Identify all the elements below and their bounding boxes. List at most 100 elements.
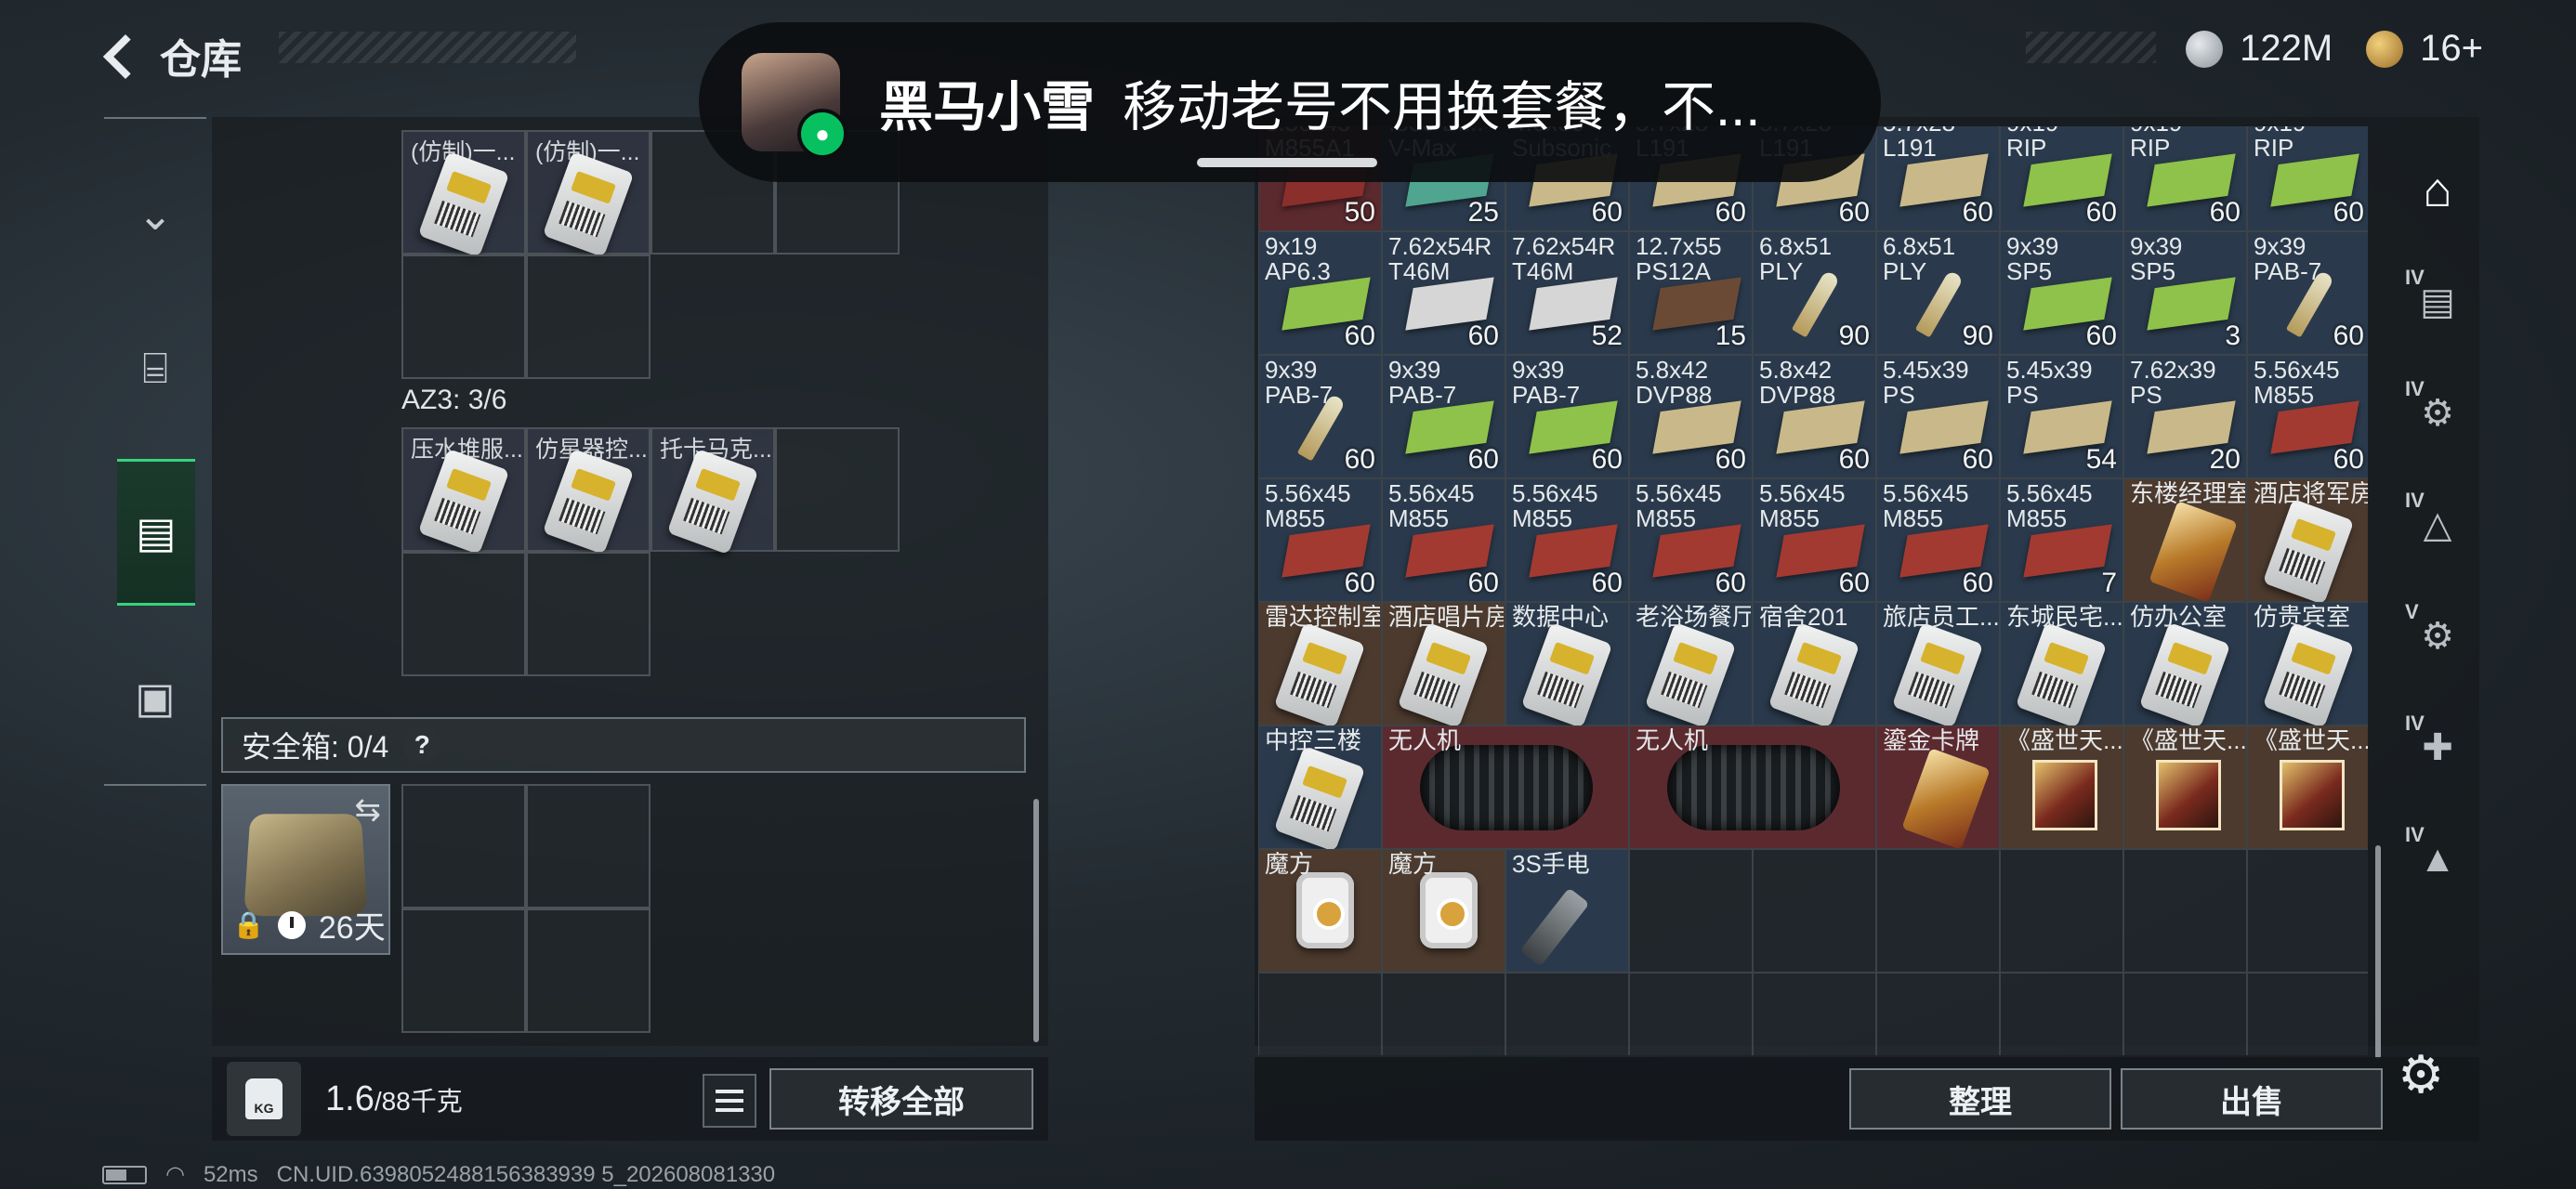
stash-item[interactable]: 魔方 bbox=[1382, 849, 1505, 973]
notification-handle[interactable] bbox=[1197, 158, 1377, 167]
stash-item[interactable]: 《盛世天... bbox=[2000, 725, 2123, 849]
stash-item[interactable]: 5.56x45 M855 60 bbox=[1258, 478, 1382, 602]
weapon-tab[interactable]: ⌄ bbox=[115, 175, 195, 255]
stash-item[interactable]: 5.56x45 M855 60 bbox=[2247, 355, 2368, 478]
empty-slot[interactable] bbox=[1629, 973, 1753, 1055]
container-slot[interactable]: (仿制)一... bbox=[401, 130, 526, 258]
storage-tab[interactable]: ✚ IV bbox=[2401, 712, 2474, 784]
stash-item[interactable]: 酒店将军房 bbox=[2247, 478, 2368, 606]
stash-item[interactable]: 东城民宅... bbox=[2000, 602, 2123, 729]
stash-item[interactable]: 酒店唱片房 bbox=[1382, 602, 1505, 729]
help-icon[interactable]: ? bbox=[403, 726, 441, 764]
stash-item[interactable]: 3S手电 bbox=[1505, 849, 1629, 973]
stash-item[interactable]: 7.62x54R T46M 52 bbox=[1505, 231, 1629, 355]
stash-item[interactable]: 9x39 SP5 3 bbox=[2123, 231, 2247, 355]
stash-item[interactable]: 9x39 PAB-7 60 bbox=[1505, 355, 1629, 478]
stash-item[interactable]: 宿舍201 bbox=[1753, 602, 1876, 729]
empty-slot[interactable] bbox=[1753, 973, 1876, 1055]
stash-item[interactable]: 9x39 SP5 60 bbox=[2000, 231, 2123, 355]
empty-slot[interactable] bbox=[1876, 973, 2000, 1055]
stash-item[interactable]: 9x19RIP 60 bbox=[2123, 126, 2247, 231]
empty-slot[interactable] bbox=[401, 552, 526, 676]
stash-item[interactable]: 9x39 PAB-7 60 bbox=[1382, 355, 1505, 478]
stash-item[interactable]: 鎏金卡牌 bbox=[1876, 725, 2000, 850]
stash-scrollbar[interactable] bbox=[2375, 845, 2381, 1059]
stash-item[interactable]: 5.8x42 DVP88 60 bbox=[1753, 355, 1876, 478]
toolbox-tab[interactable]: ▣ bbox=[115, 658, 195, 738]
stash-item[interactable]: 雷达控制室 bbox=[1258, 602, 1382, 729]
empty-slot[interactable] bbox=[526, 255, 651, 379]
sell-button[interactable]: 出售 bbox=[2121, 1068, 2383, 1130]
storage-tab[interactable]: ⚙ V bbox=[2401, 600, 2474, 673]
storage-tab[interactable]: △ IV bbox=[2401, 489, 2474, 561]
storage-tab[interactable]: ⚙ IV bbox=[2401, 377, 2474, 450]
container-slot[interactable]: 托卡马克... bbox=[651, 427, 775, 555]
stash-item[interactable]: 5.56x45 M855 60 bbox=[1753, 478, 1876, 602]
storage-tab[interactable]: ▲ IV bbox=[2401, 823, 2474, 895]
stash-item[interactable]: 仿贵宾室 bbox=[2247, 602, 2368, 729]
empty-slot[interactable] bbox=[775, 427, 900, 552]
empty-slot[interactable] bbox=[2123, 849, 2247, 973]
settings-gear-icon[interactable]: ⚙ bbox=[2398, 1044, 2453, 1104]
stash-item[interactable]: 5.56x45 M855 60 bbox=[1876, 478, 2000, 602]
stash-item[interactable]: 《盛世天... bbox=[2123, 725, 2247, 849]
storage-tab[interactable]: ⌂ bbox=[2401, 154, 2474, 227]
stash-item[interactable]: 数据中心 bbox=[1505, 602, 1629, 729]
stash-item[interactable]: 无人机 bbox=[1382, 725, 1629, 849]
empty-slot[interactable] bbox=[1753, 849, 1876, 973]
left-scrollbar[interactable] bbox=[1033, 799, 1039, 1042]
storage-tab[interactable]: ▤ IV bbox=[2401, 266, 2474, 338]
stash-item[interactable]: 无人机 bbox=[1629, 725, 1876, 849]
stash-item[interactable]: 9x39 PAB-7 60 bbox=[1258, 355, 1382, 478]
transfer-all-button[interactable]: 转移全部 bbox=[769, 1068, 1033, 1130]
stash-item[interactable]: 9x19RIP 60 bbox=[2000, 126, 2123, 231]
container-slot[interactable]: 仿星器控... bbox=[526, 427, 651, 555]
stash-item[interactable]: 9x19 AP6.3 60 bbox=[1258, 231, 1382, 355]
stash-item[interactable]: 6.8x51 PLY 90 bbox=[1753, 231, 1876, 355]
sort-button[interactable]: 整理 bbox=[1849, 1068, 2111, 1130]
stash-item[interactable]: 9x39 PAB-7 60 bbox=[2247, 231, 2368, 355]
container-slot[interactable]: 压水堆服... bbox=[401, 427, 526, 555]
stash-item[interactable]: 7.62x39 PS 20 bbox=[2123, 355, 2247, 478]
stash-item[interactable]: 旅店员工... bbox=[1876, 602, 2000, 729]
stash-item[interactable]: 仿办公室 bbox=[2123, 602, 2247, 729]
stash-item[interactable]: 魔方 bbox=[1258, 849, 1382, 973]
stash-item[interactable]: 老浴场餐厅 bbox=[1629, 602, 1753, 729]
stash-item[interactable]: 7.62x54R T46M 60 bbox=[1382, 231, 1505, 355]
stash-item[interactable]: 5.56x45 M855 60 bbox=[1505, 478, 1629, 602]
stash-item[interactable]: 5.56x45 M855 60 bbox=[1629, 478, 1753, 602]
empty-slot[interactable] bbox=[2000, 849, 2123, 973]
empty-slot[interactable] bbox=[2247, 849, 2368, 973]
container-slot[interactable]: (仿制)一... bbox=[526, 130, 651, 258]
safebox-slot[interactable] bbox=[526, 784, 651, 908]
empty-slot[interactable] bbox=[2123, 973, 2247, 1055]
locker-tab[interactable]: ▤ bbox=[117, 459, 195, 606]
list-view-button[interactable] bbox=[703, 1074, 756, 1128]
safebox-slot[interactable] bbox=[526, 908, 651, 1033]
safebox-slot[interactable] bbox=[401, 784, 526, 908]
empty-slot[interactable] bbox=[2000, 973, 2123, 1055]
stash-item[interactable]: 5.8x42 DVP88 60 bbox=[1629, 355, 1753, 478]
empty-slot[interactable] bbox=[401, 255, 526, 379]
empty-slot[interactable] bbox=[2247, 973, 2368, 1055]
stash-item[interactable]: 5.7x28L191 60 bbox=[1876, 126, 2000, 231]
stash-item[interactable]: 5.56x45 M855 7 bbox=[2000, 478, 2123, 602]
safebox-item[interactable]: ⇆ 🔒 26天 bbox=[221, 784, 390, 955]
safebox-slot[interactable] bbox=[401, 908, 526, 1033]
stash-item[interactable]: 中控三楼 bbox=[1258, 725, 1382, 853]
wechat-notification[interactable]: ● 黑马小雪 移动老号不用换套餐，不... bbox=[699, 22, 1881, 182]
stash-item[interactable]: 12.7x55 PS12A 15 bbox=[1629, 231, 1753, 355]
stash-item[interactable]: 6.8x51 PLY 90 bbox=[1876, 231, 2000, 355]
backpack-tab[interactable]: ⌸ bbox=[115, 329, 195, 409]
empty-slot[interactable] bbox=[1505, 973, 1629, 1055]
back-button[interactable]: 仓库 bbox=[102, 26, 242, 85]
stash-item[interactable]: 东楼经理室 bbox=[2123, 478, 2247, 603]
stash-item[interactable]: 5.45x39 PS 60 bbox=[1876, 355, 2000, 478]
empty-slot[interactable] bbox=[1382, 973, 1505, 1055]
swap-icon[interactable]: ⇆ bbox=[355, 791, 382, 829]
stash-item[interactable]: 《盛世天... bbox=[2247, 725, 2368, 849]
gold-amount[interactable]: 16+ bbox=[2420, 28, 2483, 70]
empty-slot[interactable] bbox=[526, 552, 651, 676]
stash-item[interactable]: 5.45x39 PS 54 bbox=[2000, 355, 2123, 478]
empty-slot[interactable] bbox=[1876, 849, 2000, 973]
